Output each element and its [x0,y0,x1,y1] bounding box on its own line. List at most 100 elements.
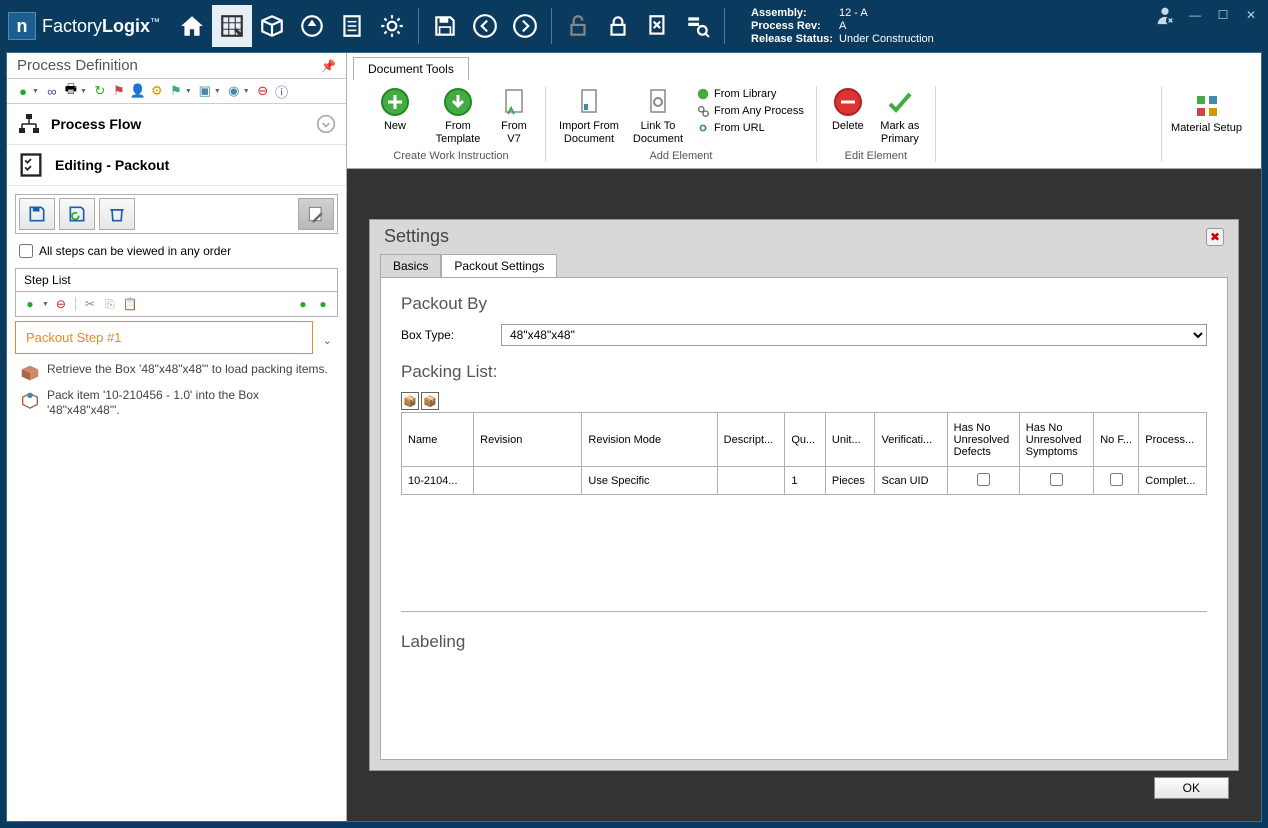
from-any-process-link[interactable]: From Any Process [694,103,806,119]
step-list-header: Step List [15,268,338,291]
tab-packout-settings[interactable]: Packout Settings [441,254,557,278]
nosymp-checkbox[interactable] [1050,473,1063,486]
unlock-icon [565,13,591,39]
packout-by-label: Packout By [401,294,1207,314]
flag2-icon[interactable]: ⚑ [168,83,184,99]
ribbon: New From Template From V7 Create Work In… [347,80,1261,169]
module-button-2[interactable] [292,5,332,47]
down-icon[interactable]: ● [315,296,331,312]
add-icon[interactable]: ● [15,83,31,99]
save-refresh-icon [67,204,87,224]
col-nosymp[interactable]: Has No Unresolved Symptoms [1019,413,1093,467]
from-template-button[interactable]: From Template [429,86,487,146]
col-unit[interactable]: Unit... [825,413,875,467]
settings-close-icon[interactable]: ✖ [1206,228,1224,246]
delete-doc-button[interactable] [638,5,678,47]
up-icon[interactable]: ● [295,296,311,312]
minimize-button[interactable]: — [1186,6,1204,24]
col-nof[interactable]: No F... [1094,413,1139,467]
pin-icon[interactable]: 📌 [321,59,336,73]
refresh-icon[interactable]: ↻ [92,83,108,99]
person-icon[interactable]: 👤 [130,83,146,99]
box-icon[interactable]: ▣ [197,83,213,99]
ok-button[interactable]: OK [1154,777,1229,799]
save-step-button[interactable] [19,198,55,230]
save-button[interactable] [425,5,465,47]
save-refresh-button[interactable] [59,198,95,230]
forward-button[interactable] [505,5,545,47]
cut-icon[interactable]: ✂ [82,296,98,312]
info-icon[interactable]: ⓘ [274,83,290,99]
node-icon[interactable]: ◉ [226,83,242,99]
table-row[interactable]: 10-2104... Use Specific 1 Pieces Scan UI… [402,467,1207,495]
ribbon-tabs: Document Tools [347,53,1261,80]
substep-pack[interactable]: Pack item '10-210456 - 1.0' into the Box… [15,386,338,420]
edit-toolbar [15,194,338,234]
packing-list-label: Packing List: [401,362,1207,382]
all-steps-checkbox[interactable] [19,244,33,258]
col-qty[interactable]: Qu... [785,413,826,467]
from-v7-button[interactable]: From V7 [493,86,535,146]
nodef-checkbox[interactable] [977,473,990,486]
import-from-doc-button[interactable]: Import From Document [556,86,622,146]
app-logo: n FactoryLogix™ [8,12,160,40]
tab-basics[interactable]: Basics [380,254,441,278]
unlock-button[interactable] [558,5,598,47]
col-nodef[interactable]: Has No Unresolved Defects [947,413,1019,467]
col-revmode[interactable]: Revision Mode [582,413,717,467]
col-desc[interactable]: Descript... [717,413,785,467]
down-circle-icon[interactable] [316,114,336,134]
maximize-button[interactable]: ☐ [1214,6,1232,24]
tab-document-tools[interactable]: Document Tools [353,57,469,80]
remove-pack-item-button[interactable]: 📦 [421,392,439,410]
back-button[interactable] [465,5,505,47]
home-icon [179,13,205,39]
top-bar: n FactoryLogix™ Assembly:12 - A Process … [0,0,1268,52]
grid-edit-icon [219,13,245,39]
copy-icon[interactable]: ⎘ [102,296,118,312]
lock-button[interactable] [598,5,638,47]
delete-button[interactable]: Delete [827,86,869,146]
from-library-link[interactable]: From Library [694,86,806,102]
packout-step-item[interactable]: Packout Step #1 [15,321,313,354]
module-button-3[interactable] [332,5,372,47]
substep-retrieve[interactable]: Retrieve the Box '48"x48"x48"' to load p… [15,360,338,386]
from-url-link[interactable]: From URL [694,120,806,136]
home-button[interactable] [172,5,212,47]
nof-checkbox[interactable] [1110,473,1123,486]
add-step-icon[interactable]: ● [22,296,38,312]
cycle-icon [299,13,325,39]
link-icon[interactable]: ∞ [44,83,60,99]
user-icon[interactable] [1154,4,1176,26]
trash-button[interactable] [99,198,135,230]
print-icon[interactable]: 🖶 [63,83,79,99]
col-verif[interactable]: Verificati... [875,413,947,467]
logo-icon: n [8,12,36,40]
new-button[interactable]: New [367,86,423,146]
mark-primary-button[interactable]: Mark as Primary [875,86,925,146]
search-button[interactable] [678,5,718,47]
col-revision[interactable]: Revision [474,413,582,467]
material-setup-button[interactable]: Material Setup [1161,86,1251,162]
link-doc-icon [642,86,674,118]
process-flow-row[interactable]: Process Flow [7,104,346,145]
paste-icon[interactable]: 📋 [122,296,138,312]
box-type-select[interactable]: 48"x48"x48" [501,324,1207,346]
col-name[interactable]: Name [402,413,474,467]
remove-step-icon[interactable]: ⊖ [53,296,69,312]
grid-edit-button[interactable] [212,5,252,47]
add-pack-item-button[interactable]: 📦 [401,392,419,410]
remove-icon[interactable]: ⊖ [255,83,271,99]
flag-icon[interactable]: ⚑ [111,83,127,99]
module-button-1[interactable] [252,5,292,47]
ribbon-group-edit: Edit Element [845,150,907,162]
link-to-doc-button[interactable]: Link To Document [628,86,688,146]
assembly-meta: Assembly:12 - A Process Rev:A Release St… [751,7,934,46]
save-icon [27,204,47,224]
gear-icon[interactable]: ⚙ [149,83,165,99]
edit-button[interactable] [298,198,334,230]
col-process[interactable]: Process... [1139,413,1207,467]
module-button-4[interactable] [372,5,412,47]
close-button[interactable]: ✕ [1242,6,1260,24]
chevron-down-icon[interactable]: ⌄ [317,334,338,347]
